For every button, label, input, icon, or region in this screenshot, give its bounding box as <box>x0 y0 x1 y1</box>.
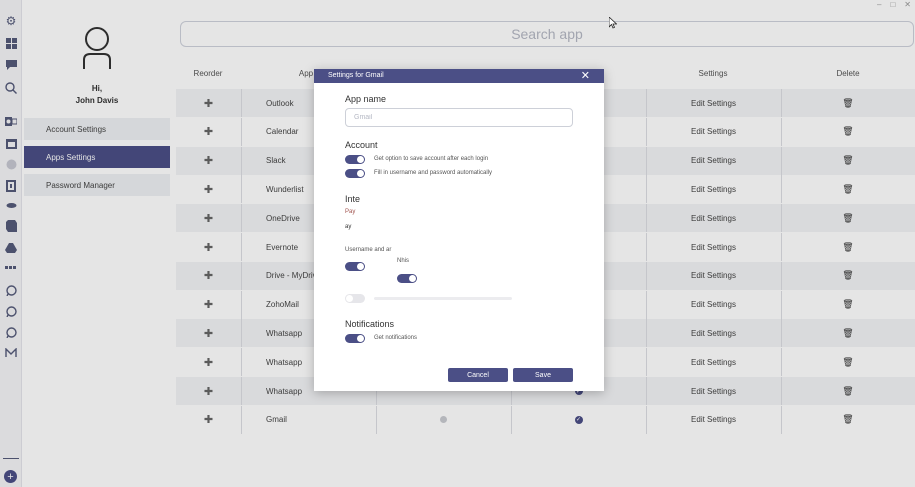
notifications-section-label: Notifications <box>345 319 395 329</box>
interface-section-label: Inte <box>345 194 361 204</box>
notifications-toggle[interactable] <box>345 334 365 343</box>
dialog-title: Settings for Gmail <box>328 72 384 79</box>
interface-line-1: Pay <box>345 209 356 215</box>
app-name-label: App name <box>345 94 387 104</box>
cancel-button[interactable]: Cancel <box>448 368 508 382</box>
save-account-toggle[interactable] <box>345 155 365 164</box>
close-icon[interactable]: ✕ <box>581 69 590 83</box>
dialog-header: Settings for Gmail ✕ <box>314 69 604 83</box>
autofill-toggle[interactable] <box>345 169 365 178</box>
app-name-input[interactable] <box>345 108 573 127</box>
notify-sub-label: Nhis <box>397 258 410 264</box>
disabled-option-placeholder <box>374 297 512 300</box>
settings-dialog: Settings for Gmail ✕ App name Account Ge… <box>314 69 604 391</box>
username-label: Username and ar <box>345 247 392 253</box>
disabled-toggle[interactable] <box>345 294 365 303</box>
autofill-label: Fill in username and password automatica… <box>374 170 493 176</box>
save-button[interactable]: Save <box>513 368 573 382</box>
save-account-label: Get option to save account after each lo… <box>374 156 489 162</box>
mouse-cursor-icon <box>609 17 617 29</box>
account-section-label: Account <box>345 140 378 150</box>
username-toggle[interactable] <box>345 262 365 271</box>
interface-line-2: ay <box>345 224 352 230</box>
notifications-toggle-label: Get notifications <box>374 335 418 341</box>
notify-sub-toggle[interactable] <box>397 274 417 283</box>
